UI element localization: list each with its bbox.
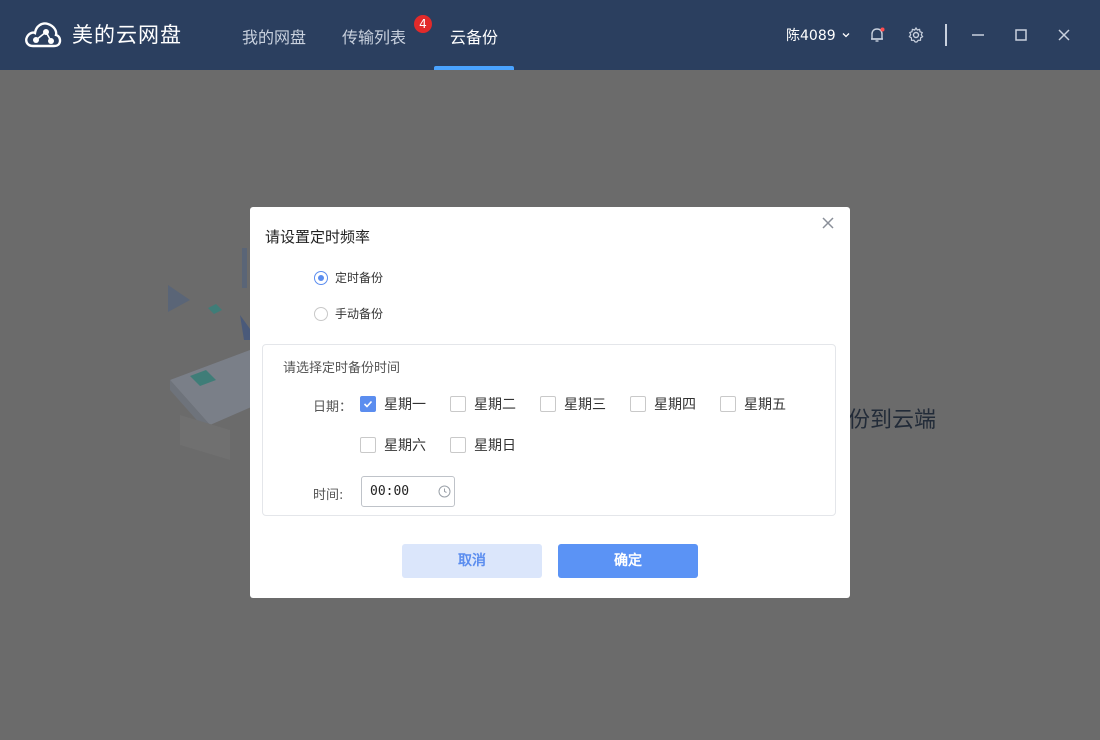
checkbox-label: 星期三 bbox=[564, 397, 606, 413]
radio-unselected-icon bbox=[314, 306, 328, 321]
clock-icon bbox=[438, 485, 451, 498]
radio-scheduled-backup[interactable]: 定时备份 bbox=[314, 269, 383, 286]
radio-label: 定时备份 bbox=[335, 271, 384, 285]
time-label: 时间: bbox=[313, 488, 344, 503]
checkbox-empty-icon bbox=[540, 396, 556, 412]
checkbox-empty-icon bbox=[450, 396, 466, 412]
date-label: 日期： bbox=[313, 400, 353, 415]
checkbox-label: 星期六 bbox=[384, 438, 426, 454]
checkbox-tuesday[interactable]: 星期二 bbox=[450, 394, 516, 414]
checkbox-label: 星期日 bbox=[474, 438, 516, 454]
cancel-button[interactable]: 取消 bbox=[402, 544, 542, 578]
time-value: 00:00 bbox=[370, 484, 410, 499]
schedule-panel: 请选择定时备份时间 日期： 星期一 星期二 星期三 星期四 星期五 星期六 星期… bbox=[262, 344, 836, 516]
app-logo: 美的云网盘 bbox=[24, 18, 182, 50]
maximize-icon[interactable] bbox=[1010, 24, 1032, 46]
checkbox-label: 星期四 bbox=[654, 397, 696, 413]
radio-manual-backup[interactable]: 手动备份 bbox=[314, 305, 383, 322]
checkbox-label: 星期二 bbox=[474, 397, 516, 413]
active-tab-indicator bbox=[434, 66, 514, 70]
radio-label: 手动备份 bbox=[335, 307, 384, 321]
app-title: 美的云网盘 bbox=[72, 23, 182, 47]
checkbox-checked-icon bbox=[360, 396, 376, 412]
toolbar-divider bbox=[945, 24, 947, 46]
checkbox-empty-icon bbox=[720, 396, 736, 412]
schedule-panel-title: 请选择定时备份时间 bbox=[283, 361, 401, 376]
tab-cloud-backup[interactable]: 云备份 bbox=[450, 24, 498, 48]
radio-selected-icon bbox=[314, 270, 328, 285]
close-icon[interactable] bbox=[1053, 24, 1075, 46]
checkbox-label: 星期一 bbox=[384, 397, 426, 413]
tab-transfer-list[interactable]: 传输列表 bbox=[342, 24, 406, 48]
checkbox-label: 星期五 bbox=[744, 397, 786, 413]
checkbox-sunday[interactable]: 星期日 bbox=[450, 435, 516, 455]
user-name: 陈4089 bbox=[786, 28, 836, 44]
chevron-down-icon bbox=[842, 33, 850, 38]
checkbox-thursday[interactable]: 星期四 bbox=[630, 394, 696, 414]
cloud-logo-icon bbox=[25, 22, 62, 48]
transfer-count-badge: 4 bbox=[414, 15, 432, 33]
checkbox-saturday[interactable]: 星期六 bbox=[360, 435, 426, 455]
gear-icon[interactable] bbox=[905, 24, 927, 46]
checkbox-empty-icon bbox=[360, 437, 376, 453]
checkbox-empty-icon bbox=[450, 437, 466, 453]
bell-icon[interactable] bbox=[866, 24, 888, 46]
tab-my-drive[interactable]: 我的网盘 bbox=[242, 24, 306, 48]
user-menu[interactable]: 陈4089 bbox=[786, 25, 851, 45]
checkbox-empty-icon bbox=[630, 396, 646, 412]
background-caption: 份到云端 bbox=[848, 408, 937, 433]
title-bar: 美的云网盘 我的网盘 传输列表 4 云备份 陈4089 bbox=[0, 0, 1100, 70]
checkbox-monday[interactable]: 星期一 bbox=[360, 394, 426, 414]
dialog-title: 请设置定时频率 bbox=[265, 228, 371, 246]
checkbox-friday[interactable]: 星期五 bbox=[720, 394, 786, 414]
schedule-dialog: 请设置定时频率 定时备份 手动备份 请选择定时备份时间 日期： 星期一 星期二 … bbox=[250, 207, 850, 598]
dialog-close-icon[interactable] bbox=[820, 215, 836, 231]
confirm-button[interactable]: 确定 bbox=[558, 544, 698, 578]
minimize-icon[interactable] bbox=[967, 24, 989, 46]
checkbox-wednesday[interactable]: 星期三 bbox=[540, 394, 606, 414]
time-picker-input[interactable]: 00:00 bbox=[361, 476, 455, 507]
